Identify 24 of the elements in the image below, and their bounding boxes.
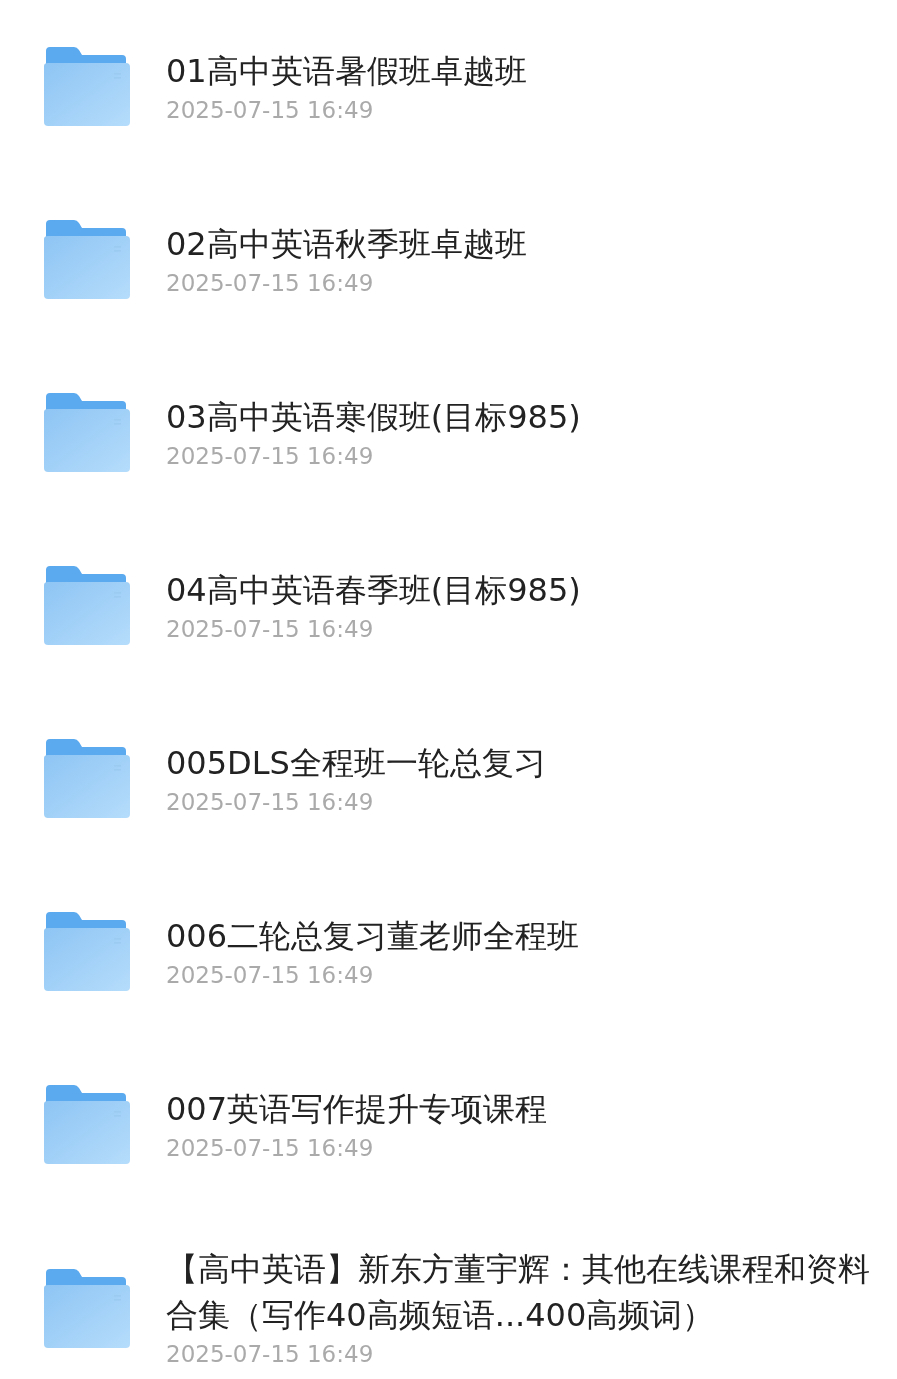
modified-date: 2025-07-15 16:49 xyxy=(166,614,375,644)
modified-date: 2025-07-15 16:49 xyxy=(166,1340,375,1369)
folder-icon xyxy=(44,1085,130,1164)
folder-name[interactable]: 03高中英语寒假班(目标985) xyxy=(166,393,886,440)
folder-name[interactable]: 02高中英语秋季班卓越班 xyxy=(166,220,886,267)
modified-date: 2025-07-15 16:49 xyxy=(166,960,375,990)
folder-icon xyxy=(44,1268,130,1348)
folder-icon xyxy=(44,220,130,299)
modified-date: 2025-07-15 16:49 xyxy=(166,1133,375,1163)
folder-name[interactable]: 005DLS全程班一轮总复习 xyxy=(166,739,886,786)
folder-icon xyxy=(44,47,130,126)
folder-name[interactable]: 【高中英语】新东方董宇辉：其他在线课程和资料合集（写作40高频短语...400高频词） xyxy=(166,1246,886,1338)
folder-icon xyxy=(44,739,130,818)
folder-name[interactable]: 006二轮总复习董老师全程班 xyxy=(166,912,886,959)
modified-date: 2025-07-15 16:49 xyxy=(166,268,375,298)
folder-name[interactable]: 04高中英语春季班(目标985) xyxy=(166,566,886,613)
modified-date: 2025-07-15 16:49 xyxy=(166,95,375,125)
folder-icon xyxy=(44,566,130,645)
folder-icon xyxy=(44,393,130,472)
modified-date: 2025-07-15 16:49 xyxy=(166,441,375,471)
folder-name[interactable]: 01高中英语暑假班卓越班 xyxy=(166,47,886,94)
folder-name[interactable]: 007英语写作提升专项课程 xyxy=(166,1085,886,1132)
folder-icon xyxy=(44,912,130,991)
modified-date: 2025-07-15 16:49 xyxy=(166,787,375,817)
